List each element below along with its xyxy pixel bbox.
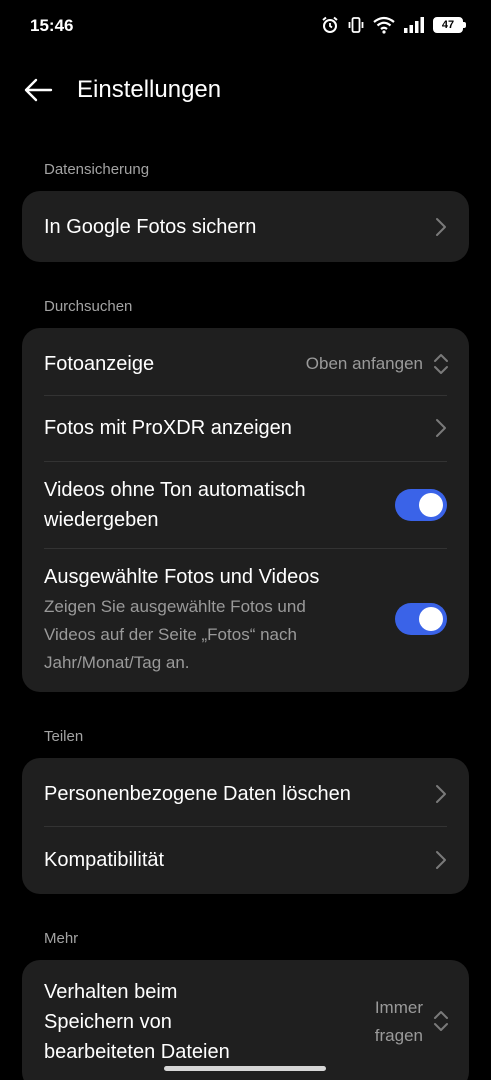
setting-title: In Google Fotos sichern — [44, 216, 257, 238]
home-indicator[interactable] — [164, 1066, 326, 1071]
setting-title: Personenbezogene Daten löschen — [44, 783, 351, 805]
section-label-browse: Durchsuchen — [44, 298, 133, 315]
chevron-right-icon — [436, 785, 446, 803]
signal-icon — [404, 17, 424, 33]
card-backup: In Google Fotos sichern — [22, 191, 469, 262]
setting-title-line-1: Verhalten beim — [44, 981, 178, 1003]
app-bar: Einstellungen — [0, 62, 491, 120]
status-bar: 15:46 47 — [0, 0, 491, 54]
setting-proxdr[interactable]: Fotos mit ProXDR anzeigen — [22, 395, 469, 461]
setting-value-line-2: fragen — [374, 1026, 423, 1045]
setting-title-line-1: Videos ohne Ton automatisch — [44, 479, 306, 501]
featured-photos-toggle[interactable] — [395, 603, 447, 635]
status-icons: 47 — [321, 16, 466, 34]
chevron-right-icon — [436, 419, 446, 437]
up-down-chevron-icon — [434, 354, 448, 374]
chevron-right-icon — [436, 218, 446, 236]
chevron-right-icon — [436, 851, 446, 869]
toggle-knob — [419, 607, 443, 631]
autoplay-toggle[interactable] — [395, 489, 447, 521]
setting-autoplay-videos: Videos ohne Ton automatisch wiedergeben — [22, 461, 469, 548]
setting-title-line-3: bearbeiteten Dateien — [44, 1041, 230, 1063]
card-browse: Fotoanzeige Oben anfangen Fotos mit ProX… — [22, 328, 469, 692]
setting-title: Fotoanzeige — [44, 353, 155, 375]
page-title: Einstellungen — [77, 76, 222, 103]
back-button[interactable] — [18, 72, 58, 108]
setting-featured-photos: Ausgewählte Fotos und Videos Zeigen Sie … — [22, 548, 469, 692]
setting-value: Oben anfangen — [305, 354, 423, 373]
setting-description-line-1: Zeigen Sie ausgewählte Fotos und — [44, 597, 306, 616]
battery-icon: 47 — [433, 17, 466, 33]
settings-screen: 15:46 47 Einstellungen Datensicherung In… — [0, 0, 491, 1080]
card-more: Verhalten beim Speichern von bearbeitete… — [22, 960, 469, 1080]
setting-title: Ausgewählte Fotos und Videos — [44, 566, 320, 588]
setting-photo-display[interactable]: Fotoanzeige Oben anfangen — [22, 328, 469, 395]
setting-title: Kompatibilität — [44, 849, 165, 871]
alarm-icon — [322, 16, 338, 33]
section-label-more: Mehr — [44, 930, 79, 947]
toggle-knob — [419, 493, 443, 517]
card-share: Personenbezogene Daten löschen Kompatibi… — [22, 758, 469, 894]
up-down-chevron-icon — [434, 1011, 448, 1031]
setting-title: Fotos mit ProXDR anzeigen — [44, 417, 292, 439]
vibrate-icon — [348, 17, 364, 33]
status-time: 15:46 — [30, 16, 74, 35]
battery-level: 47 — [441, 19, 455, 31]
setting-description-line-3: Jahr/Monat/Tag an. — [44, 653, 190, 672]
setting-compatibility[interactable]: Kompatibilität — [22, 826, 469, 894]
arrow-left-icon — [24, 78, 53, 102]
setting-google-photos-backup[interactable]: In Google Fotos sichern — [22, 191, 469, 262]
section-label-share: Teilen — [44, 728, 84, 745]
setting-description-line-2: Videos auf der Seite „Fotos“ nach — [44, 625, 297, 644]
setting-title-line-2: wiedergeben — [44, 509, 159, 531]
setting-save-edited-files[interactable]: Verhalten beim Speichern von bearbeitete… — [22, 960, 469, 1080]
setting-delete-personal-data[interactable]: Personenbezogene Daten löschen — [22, 758, 469, 826]
wifi-icon — [373, 16, 395, 34]
setting-title-line-2: Speichern von — [44, 1011, 172, 1033]
setting-value-line-1: Immer — [374, 998, 423, 1017]
section-label-backup: Datensicherung — [44, 161, 150, 178]
